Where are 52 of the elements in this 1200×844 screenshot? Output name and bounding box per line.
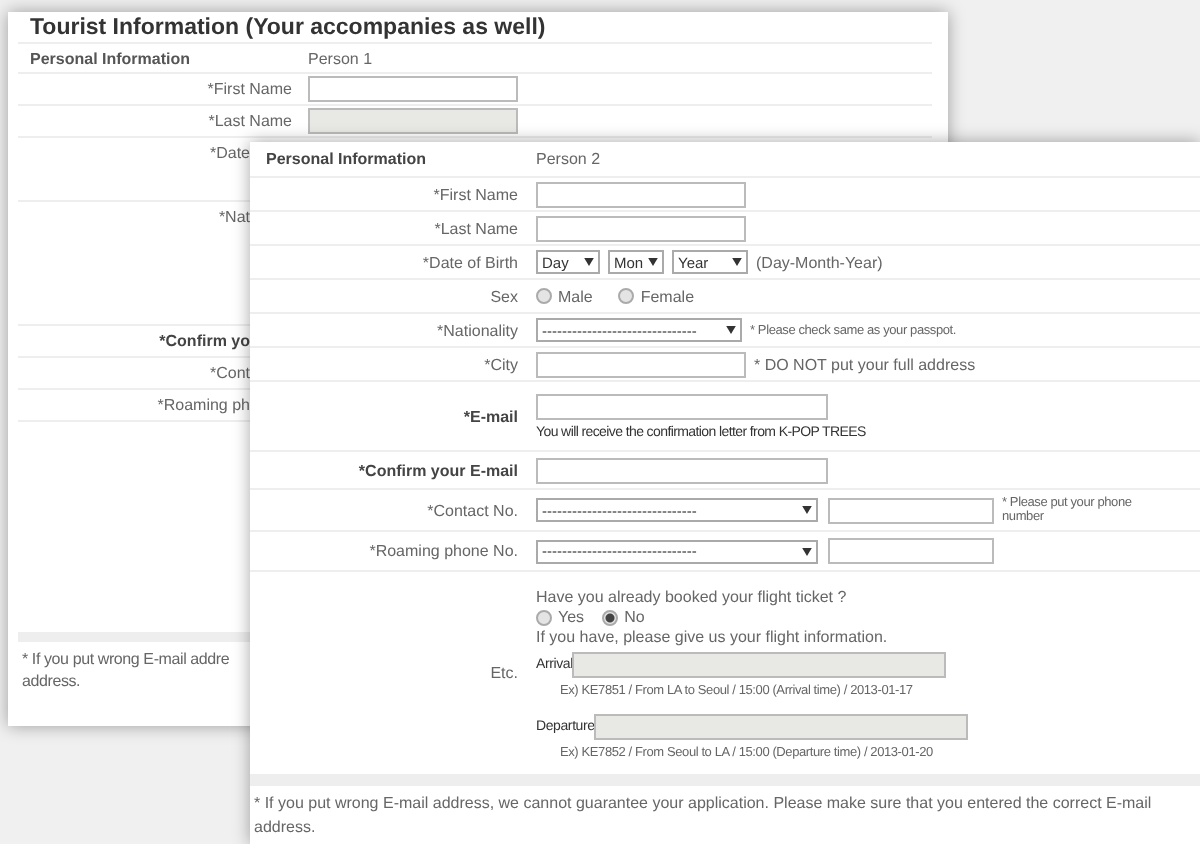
text-field[interactable] (536, 351, 746, 377)
text-field[interactable] (828, 538, 994, 564)
text-field[interactable] (536, 181, 746, 207)
caret-icon (732, 258, 742, 266)
field-label: *Roaming phone No. (367, 542, 520, 560)
field-label: *Confirm yo (157, 332, 250, 350)
field-label: *Last Name (432, 219, 520, 237)
caret-icon (802, 506, 812, 514)
field-label: *Date of Birth (420, 253, 520, 271)
field-label: Sex (488, 287, 520, 305)
caret-icon (726, 326, 736, 334)
field-label: *E-mail (461, 407, 520, 425)
radio-button[interactable] (602, 609, 619, 626)
field-label: *Contact No. (425, 501, 520, 519)
person-label: Person 1 (308, 49, 373, 67)
question-text: Have you already booked your flight ticket ? (536, 587, 847, 608)
text-field[interactable] (536, 457, 828, 483)
radio-label: Female (640, 287, 695, 305)
radio-button[interactable] (536, 288, 552, 305)
caret-icon (584, 258, 594, 266)
footnote-text: address. (22, 670, 81, 692)
radio-label: Male (558, 287, 593, 305)
field-label: *City (482, 355, 520, 373)
caret-icon (802, 547, 812, 555)
text-field[interactable] (308, 76, 518, 102)
field-label: *Roaming ph (155, 396, 250, 414)
field-label: *Last Name (206, 112, 294, 130)
instruction-text: If you have, please give us your flight information. (536, 628, 888, 649)
field-label: *First Name (431, 185, 520, 203)
field-label: *Date (207, 144, 250, 162)
radio-label: No (624, 608, 645, 626)
section-header: Personal Information (264, 150, 429, 168)
field-label: *Confirm your E-mail (356, 461, 520, 479)
hint-text: (Day-Month-Year) (756, 253, 883, 271)
text-field[interactable] (828, 497, 994, 523)
radio-button[interactable] (536, 609, 552, 626)
hint-text: * DO NOT put your full address (754, 355, 976, 373)
footnote-text: * If you put wrong E-mail addre (22, 648, 230, 670)
footnote-text: * If you put wrong E-mail address, we cannot guarantee your application. Please make sure that you entered the correct E-mail address. (252, 792, 1154, 840)
section-header: Personal Information (28, 49, 193, 67)
text-field[interactable] (536, 215, 746, 241)
field-label: *First Name (205, 80, 294, 98)
person-label: Person 2 (536, 150, 601, 168)
radio-button[interactable] (618, 288, 635, 305)
field-label: *Nationality (435, 321, 520, 339)
field-label: Etc. (488, 664, 520, 682)
field-label: *Nat (216, 208, 250, 226)
field-label: *Cont (207, 364, 250, 382)
section-title: Tourist Information (Your accompanies as well) (18, 14, 932, 44)
text-field[interactable] (536, 393, 828, 419)
radio-label: Yes (558, 608, 585, 626)
caret-icon (648, 258, 658, 266)
